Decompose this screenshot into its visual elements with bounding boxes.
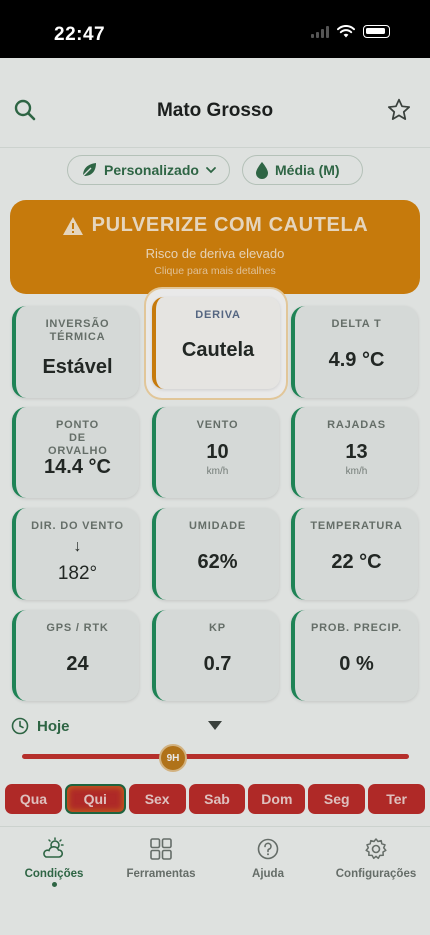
card-deriva[interactable]: DERIVA Cautela	[152, 297, 280, 389]
card-inversao-termica[interactable]: INVERSÃO TÉRMICA Estável	[12, 306, 139, 398]
card-value: 62%	[197, 551, 238, 573]
status-bar: 22:47	[0, 0, 430, 58]
day-button-seg[interactable]: Seg	[308, 784, 366, 814]
day-button-qua[interactable]: Qua	[5, 784, 62, 814]
day-button-qui[interactable]: Qui	[64, 784, 126, 814]
wind-direction-arrow-icon: ↓	[73, 538, 82, 555]
caret-down-icon[interactable]	[208, 721, 222, 731]
day-button-sab[interactable]: Sab	[188, 784, 246, 814]
mode-dropdown[interactable]: Personalizado	[67, 155, 230, 185]
card-label: DELTA T	[331, 318, 382, 330]
droplet-size-label: Média (M)	[275, 162, 340, 178]
card-value: 24	[66, 653, 89, 675]
warning-icon	[62, 216, 83, 235]
card-delta-t[interactable]: DELTA T 4.9 °C	[291, 306, 418, 398]
tab-settings[interactable]: Configurações	[321, 837, 430, 880]
card-value: 0 %	[339, 653, 374, 675]
alert-title: PULVERIZE COM CAUTELA	[91, 214, 369, 236]
card-label: VENTO	[196, 419, 239, 431]
gear-icon	[365, 838, 387, 860]
hour-slider-track[interactable]	[22, 754, 409, 759]
card-unit: km/h	[345, 466, 368, 477]
card-value: 13	[345, 441, 368, 463]
card-unit: km/h	[206, 466, 229, 477]
signal-icon	[311, 25, 329, 38]
chevron-down-icon	[206, 167, 216, 174]
card-label: GPS / RTK	[46, 622, 109, 634]
card-label: KP	[209, 622, 226, 634]
page-title: Mato Grosso	[156, 100, 274, 121]
tab-help-label: Ajuda	[252, 868, 284, 880]
card-value: Cautela	[181, 339, 255, 361]
alert-hint: Clique para mais detalhes	[154, 265, 276, 277]
card-label: INVERSÃO TÉRMICA	[45, 318, 110, 343]
droplet-size-button[interactable]: Média (M)	[242, 155, 363, 185]
leaf-icon	[82, 163, 96, 177]
card-kp[interactable]: KP 0.7	[152, 610, 279, 701]
grid-icon	[150, 838, 172, 860]
card-label: DERIVA	[195, 309, 241, 321]
alert-title-row: PULVERIZE COM CAUTELA	[10, 214, 420, 237]
card-direcao-vento[interactable]: DIR. DO VENTO ↓ 182°	[12, 508, 139, 600]
weather-sun-cloud-icon	[43, 837, 64, 858]
card-value: 22 °C	[331, 551, 382, 573]
card-deriva-highlight: DERIVA Cautela	[146, 289, 286, 398]
card-umidade[interactable]: UMIDADE 62%	[152, 508, 279, 600]
help-icon	[257, 838, 279, 860]
day-button-sex[interactable]: Sex	[128, 784, 186, 814]
droplet-icon	[256, 162, 268, 179]
wifi-icon	[337, 25, 355, 38]
header: Mato Grosso	[0, 58, 430, 148]
card-label: DIR. DO VENTO	[31, 520, 124, 532]
tab-conditions-label: Condições	[24, 868, 84, 880]
card-value: 14.4 °C	[44, 456, 111, 478]
tab-tools[interactable]: Ferramentas	[106, 837, 216, 880]
mode-label: Personalizado	[104, 162, 199, 178]
card-label: RAJADAS	[327, 419, 386, 431]
battery-icon	[363, 25, 390, 38]
hour-slider-thumb[interactable]: 9H	[159, 744, 187, 772]
card-value: 10	[206, 441, 229, 463]
day-selector: Qua Qui Sex Sab Dom Seg Ter	[5, 784, 426, 816]
tab-settings-label: Configurações	[335, 868, 417, 880]
card-vento[interactable]: VENTO 10 km/h	[152, 407, 279, 498]
favorite-star-icon[interactable]	[386, 97, 412, 123]
tab-tools-label: Ferramentas	[126, 868, 196, 880]
card-value: Estável	[42, 356, 113, 378]
card-label: UMIDADE	[189, 520, 246, 532]
card-value: 4.9 °C	[328, 349, 385, 371]
card-ponto-orvalho[interactable]: PONTO DE ORVALHO 14.4 °C	[12, 407, 139, 498]
card-gps-rtk[interactable]: GPS / RTK 24	[12, 610, 139, 701]
card-temperatura[interactable]: TEMPERATURA 22 °C	[291, 508, 418, 600]
clock-icon	[11, 717, 29, 735]
tab-conditions[interactable]: Condições	[0, 837, 109, 887]
card-label: PROB. PRECIP.	[311, 622, 402, 634]
active-tab-indicator	[51, 882, 57, 887]
card-value: 182°	[57, 563, 98, 584]
card-value: 0.7	[203, 653, 232, 675]
tab-bar: Condições Ferramentas Ajuda Configuraçõe…	[0, 826, 430, 935]
card-rajadas[interactable]: RAJADAS 13 km/h	[291, 407, 418, 498]
tab-help[interactable]: Ajuda	[213, 837, 323, 880]
card-prob-precip[interactable]: PROB. PRECIP. 0 %	[291, 610, 418, 701]
status-icons	[311, 25, 390, 38]
day-button-ter[interactable]: Ter	[368, 784, 426, 814]
today-label: Hoje	[37, 718, 70, 735]
day-button-dom[interactable]: Dom	[248, 784, 306, 814]
card-label: TEMPERATURA	[310, 520, 403, 532]
alert-subtitle: Risco de deriva elevado	[145, 246, 285, 261]
spray-alert-banner[interactable]: PULVERIZE COM CAUTELA Risco de deriva el…	[10, 200, 420, 294]
status-time: 22:47	[54, 24, 106, 45]
card-label: PONTO DE ORVALHO	[48, 419, 108, 457]
